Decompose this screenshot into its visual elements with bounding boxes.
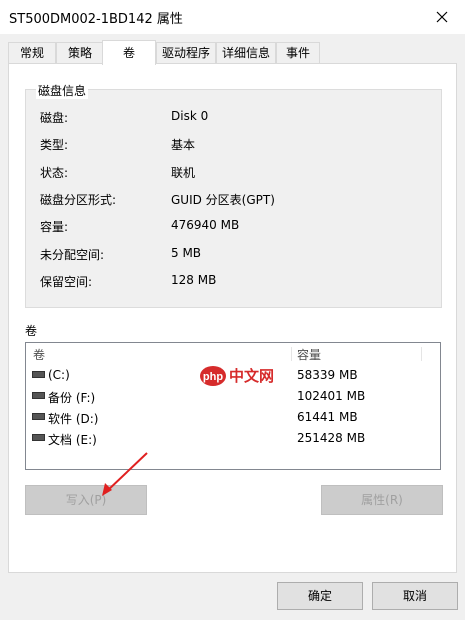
tab-policies[interactable]: 策略 bbox=[56, 42, 104, 63]
list-item[interactable]: 文档 (E:) 251428 MB bbox=[26, 428, 440, 449]
watermark-logo: php 中文网 bbox=[199, 364, 285, 391]
tab-details[interactable]: 详细信息 bbox=[216, 42, 276, 63]
volume-size: 61441 MB bbox=[297, 410, 358, 424]
ok-button[interactable]: 确定 bbox=[277, 582, 363, 610]
volumes-list[interactable]: 卷 容量 (C:) 58339 MB 备份 (F:) 102401 MB 软件 … bbox=[25, 342, 441, 470]
drive-icon bbox=[32, 392, 45, 399]
volume-name: 软件 (D:) bbox=[48, 412, 99, 426]
status-label: 状态: bbox=[40, 166, 69, 180]
svg-text:中文网: 中文网 bbox=[229, 367, 274, 385]
close-icon bbox=[436, 11, 448, 23]
close-button[interactable] bbox=[419, 0, 465, 34]
tab-events[interactable]: 事件 bbox=[276, 42, 320, 63]
unallocated-label: 未分配空间: bbox=[40, 248, 105, 262]
volumes-section-label: 卷 bbox=[25, 324, 38, 338]
status-value: 联机 bbox=[171, 166, 196, 180]
list-header: 卷 容量 bbox=[26, 343, 440, 363]
drive-icon bbox=[32, 371, 45, 378]
volume-name: (C:) bbox=[48, 368, 70, 382]
volume-name: 文档 (E:) bbox=[48, 433, 97, 447]
disk-value: Disk 0 bbox=[171, 109, 209, 123]
tab-volumes[interactable]: 卷 bbox=[102, 40, 156, 65]
disk-info-group: 磁盘信息 磁盘: Disk 0 类型: 基本 状态: 联机 磁盘分区形式: GU… bbox=[25, 82, 442, 308]
drive-icon bbox=[32, 413, 45, 420]
drive-icon bbox=[32, 434, 45, 441]
column-header-volume[interactable]: 卷 bbox=[33, 346, 45, 363]
window-title: ST500DM002-1BD142 属性 bbox=[9, 12, 183, 27]
type-value: 基本 bbox=[171, 138, 196, 152]
unallocated-value: 5 MB bbox=[171, 246, 202, 260]
type-label: 类型: bbox=[40, 138, 69, 152]
capacity-value: 476940 MB bbox=[171, 218, 240, 232]
volume-size: 251428 MB bbox=[297, 431, 366, 445]
reserved-value: 128 MB bbox=[171, 273, 217, 287]
partition-style-label: 磁盘分区形式: bbox=[40, 193, 117, 207]
disk-info-title: 磁盘信息 bbox=[36, 82, 89, 99]
capacity-label: 容量: bbox=[40, 220, 69, 234]
volumes-panel: 磁盘信息 磁盘: Disk 0 类型: 基本 状态: 联机 磁盘分区形式: GU… bbox=[8, 63, 457, 573]
title-bar: ST500DM002-1BD142 属性 bbox=[0, 0, 465, 34]
tab-driver[interactable]: 驱动程序 bbox=[156, 42, 216, 63]
column-separator[interactable] bbox=[421, 347, 422, 361]
volume-size: 102401 MB bbox=[297, 389, 366, 403]
volume-size: 58339 MB bbox=[297, 368, 358, 382]
svg-text:php: php bbox=[203, 371, 223, 383]
disk-label: 磁盘: bbox=[40, 111, 69, 125]
volume-name: 备份 (F:) bbox=[48, 391, 96, 405]
partition-style-value: GUID 分区表(GPT) bbox=[171, 193, 275, 207]
php-logo-icon: php 中文网 bbox=[200, 366, 274, 386]
column-header-capacity[interactable]: 容量 bbox=[297, 346, 321, 363]
cancel-button[interactable]: 取消 bbox=[372, 582, 458, 610]
column-separator[interactable] bbox=[291, 347, 292, 361]
import-button[interactable]: 写入(P) bbox=[25, 485, 147, 515]
tab-general[interactable]: 常规 bbox=[8, 42, 56, 63]
list-item[interactable]: 软件 (D:) 61441 MB bbox=[26, 407, 440, 428]
reserved-label: 保留空间: bbox=[40, 275, 93, 289]
properties-button[interactable]: 属性(R) bbox=[321, 485, 443, 515]
